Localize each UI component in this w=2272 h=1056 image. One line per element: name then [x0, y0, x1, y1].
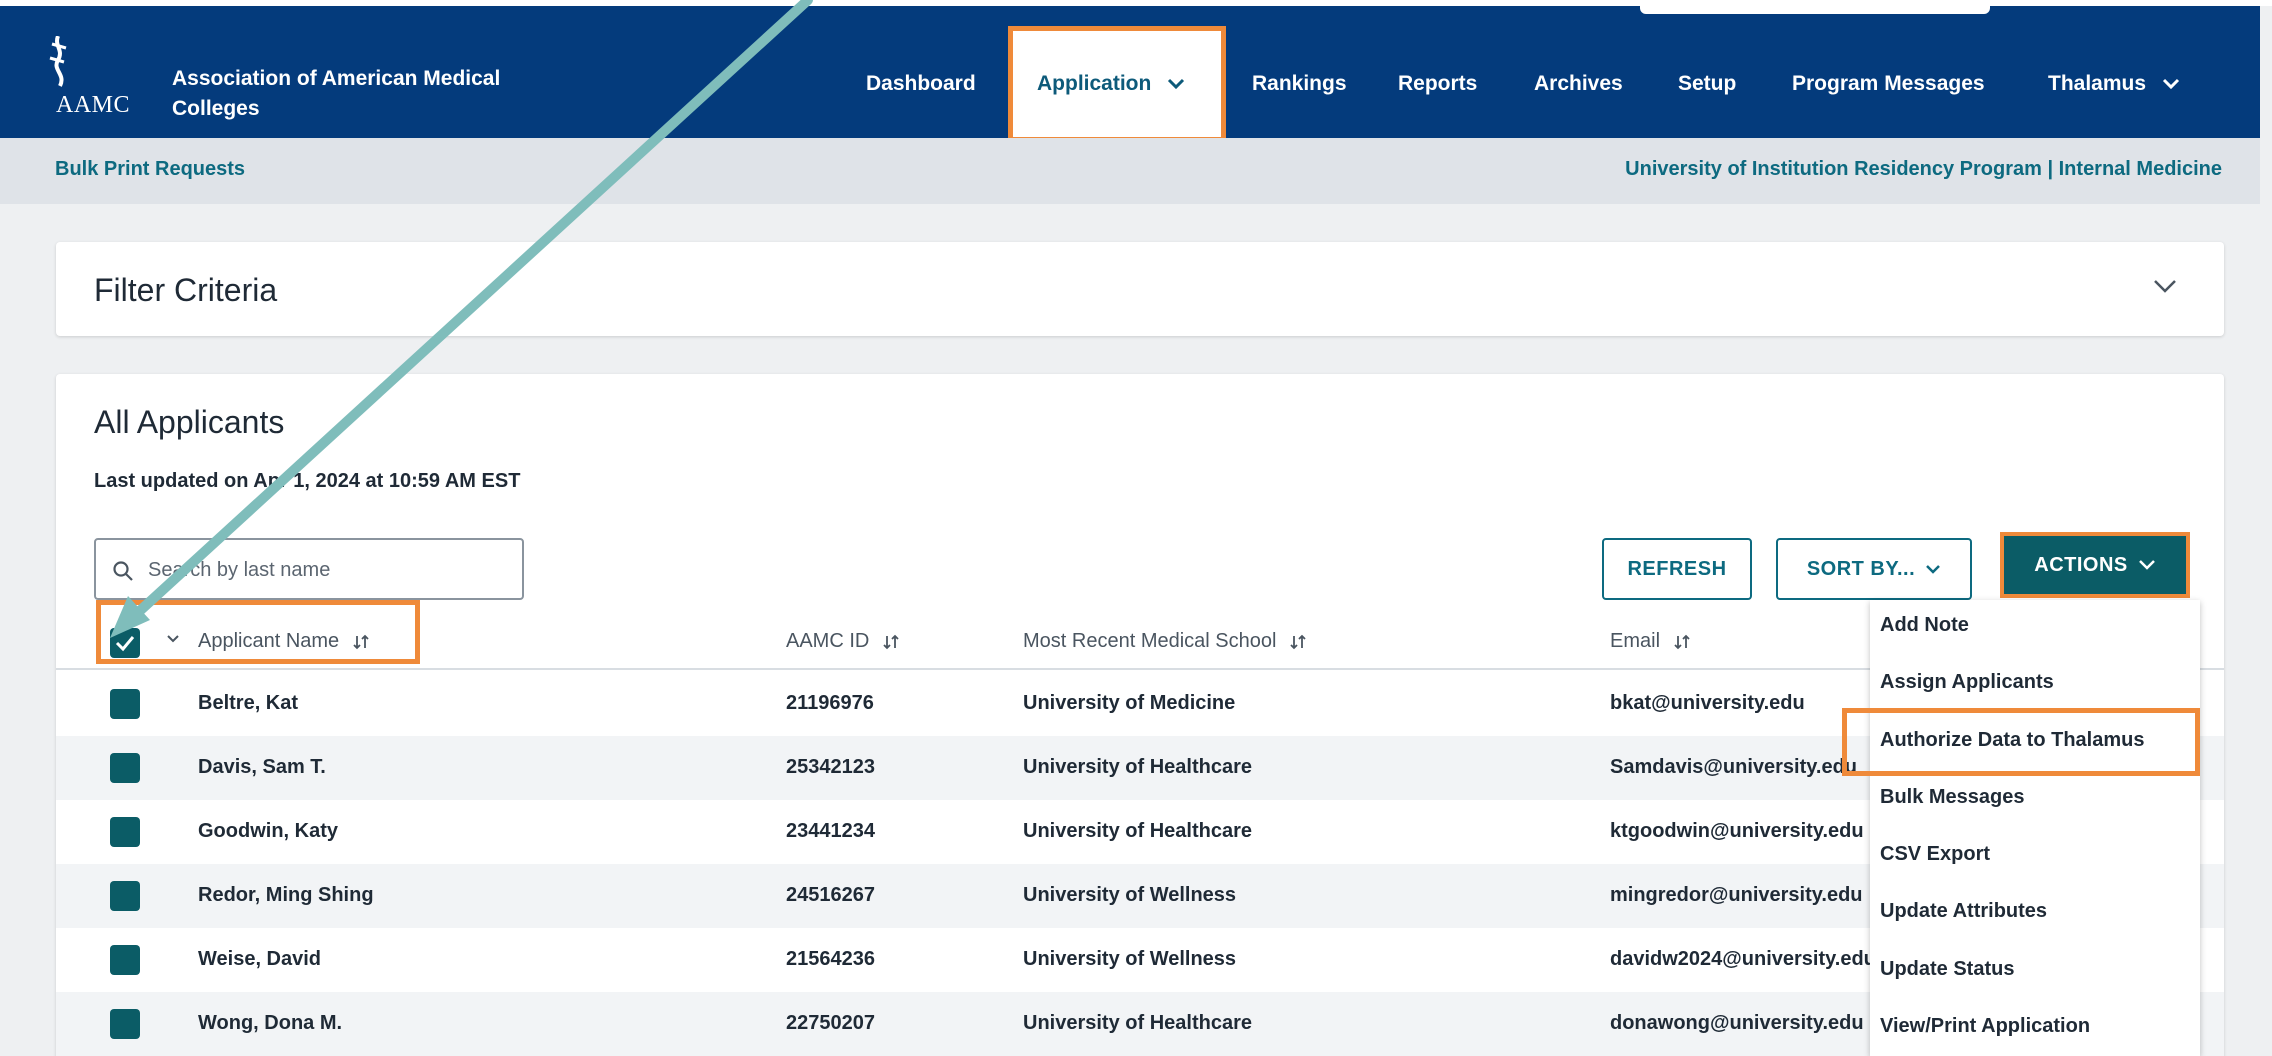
actions-button[interactable]: ACTIONS: [2004, 536, 2186, 594]
nav-thalamus[interactable]: Thalamus: [2048, 72, 2180, 102]
cell-applicant-name[interactable]: Weise, David: [198, 948, 321, 971]
refresh-button[interactable]: REFRESH: [1602, 538, 1752, 600]
nav-program-messages[interactable]: Program Messages: [1792, 72, 1985, 102]
search-input[interactable]: [148, 554, 508, 586]
program-context-label: University of Institution Residency Prog…: [1625, 158, 2222, 180]
cell-medical-school: University of Wellness: [1023, 884, 1237, 906]
column-header-aamc-id-label: AAMC ID: [786, 630, 870, 652]
row-checkbox[interactable]: [110, 945, 140, 975]
authorize-menu-item-highlight: [1842, 708, 2200, 776]
cell-applicant-name[interactable]: Redor, Ming Shing: [198, 884, 374, 907]
cell-aamc-id: 21564236: [786, 948, 875, 970]
nav-setup[interactable]: Setup: [1678, 72, 1736, 102]
filter-criteria-panel[interactable]: Filter Criteria: [56, 242, 2224, 336]
cell-email: davidw2024@university.edu: [1610, 948, 1876, 970]
row-checkbox[interactable]: [110, 689, 140, 719]
row-checkbox[interactable]: [110, 817, 140, 847]
cell-medical-school: University of Wellness: [1023, 948, 1237, 970]
org-name[interactable]: Association of American Medical Colleges: [172, 64, 572, 124]
chevron-down-icon: [2162, 79, 2179, 90]
last-updated-text: Last updated on Apr 1, 2024 at 10:59 AM …: [94, 470, 521, 492]
column-header-medical-school-label: Most Recent Medical School: [1023, 630, 1277, 652]
sort-by-label: SORT BY...: [1806, 557, 1916, 580]
cell-aamc-id: 22750207: [786, 1012, 875, 1034]
sort-arrows-icon: [1290, 634, 1306, 649]
nav-thalamus-label: Thalamus: [2048, 72, 2147, 95]
cell-aamc-id: 25342123: [786, 756, 875, 778]
select-all-highlight: [96, 600, 420, 664]
row-checkbox[interactable]: [110, 753, 140, 783]
chevron-down-icon: [2138, 560, 2155, 570]
cell-applicant-name[interactable]: Beltre, Kat: [198, 692, 298, 715]
menu-item-update-attributes[interactable]: Update Attributes: [1880, 900, 2047, 940]
top-tab-remnant: [1640, 6, 1990, 14]
column-header-email-label: Email: [1610, 630, 1661, 652]
breadcrumb-bulk-print-requests[interactable]: Bulk Print Requests: [55, 158, 245, 181]
menu-item-bulk-messages[interactable]: Bulk Messages: [1880, 786, 2025, 826]
column-header-email[interactable]: Email: [1610, 630, 1692, 653]
cell-medical-school: University of Medicine: [1023, 692, 1236, 714]
nav-application-label: Application: [1037, 72, 1152, 95]
cell-email: ktgoodwin@university.edu: [1610, 820, 1864, 842]
menu-item-view-print-application[interactable]: View/Print Application: [1880, 1015, 2090, 1055]
row-checkbox[interactable]: [110, 881, 140, 911]
chevron-down-icon[interactable]: [2152, 278, 2178, 294]
menu-item-add-note[interactable]: Add Note: [1880, 614, 1969, 654]
cell-email: mingredor@university.edu: [1610, 884, 1863, 906]
nav-reports[interactable]: Reports: [1398, 72, 1477, 102]
all-applicants-title: All Applicants: [94, 404, 285, 440]
cell-medical-school: University of Healthcare: [1023, 1012, 1252, 1034]
cell-email: donawong@university.edu: [1610, 1012, 1864, 1034]
sort-arrows-icon: [883, 634, 899, 649]
top-navigation-bar: AAMC Association of American Medical Col…: [0, 6, 2260, 142]
chevron-down-icon: [1926, 565, 1941, 574]
cell-aamc-id: 21196976: [786, 692, 874, 714]
menu-item-csv-export[interactable]: CSV Export: [1880, 843, 1990, 883]
chevron-down-icon: [1168, 79, 1185, 90]
filter-criteria-title: Filter Criteria: [94, 272, 278, 308]
menu-item-update-status[interactable]: Update Status: [1880, 958, 2014, 998]
actions-dropdown-menu: Add Note Assign Applicants Authorize Dat…: [1870, 600, 2200, 1056]
cell-applicant-name[interactable]: Wong, Dona M.: [198, 1012, 342, 1035]
cell-medical-school: University of Healthcare: [1023, 820, 1252, 842]
cell-medical-school: University of Healthcare: [1023, 756, 1252, 778]
nav-rankings[interactable]: Rankings: [1252, 72, 1347, 102]
cell-applicant-name[interactable]: Davis, Sam T.: [198, 756, 326, 779]
column-header-aamc-id[interactable]: AAMC ID: [786, 630, 901, 653]
actions-label: ACTIONS: [2034, 553, 2128, 576]
cell-applicant-name[interactable]: Goodwin, Katy: [198, 820, 338, 843]
nav-application[interactable]: Application: [1037, 72, 1185, 96]
menu-item-assign-applicants[interactable]: Assign Applicants: [1880, 671, 2054, 711]
search-box[interactable]: [94, 538, 524, 600]
nav-archives[interactable]: Archives: [1534, 72, 1623, 102]
sort-arrows-icon: [1673, 634, 1690, 649]
cell-aamc-id: 24516267: [786, 884, 875, 906]
row-checkbox[interactable]: [110, 1009, 140, 1039]
sort-by-button[interactable]: SORT BY...: [1776, 538, 1972, 600]
aamc-logo-text[interactable]: AAMC: [56, 92, 130, 119]
cell-aamc-id: 23441234: [786, 820, 875, 842]
column-header-medical-school[interactable]: Most Recent Medical School: [1023, 630, 1308, 653]
breadcrumb: Bulk Print Requests University of Instit…: [0, 138, 2260, 204]
search-icon: [113, 561, 133, 581]
nav-dashboard[interactable]: Dashboard: [866, 72, 976, 102]
nav-application-highlight[interactable]: Application: [1008, 26, 1226, 142]
